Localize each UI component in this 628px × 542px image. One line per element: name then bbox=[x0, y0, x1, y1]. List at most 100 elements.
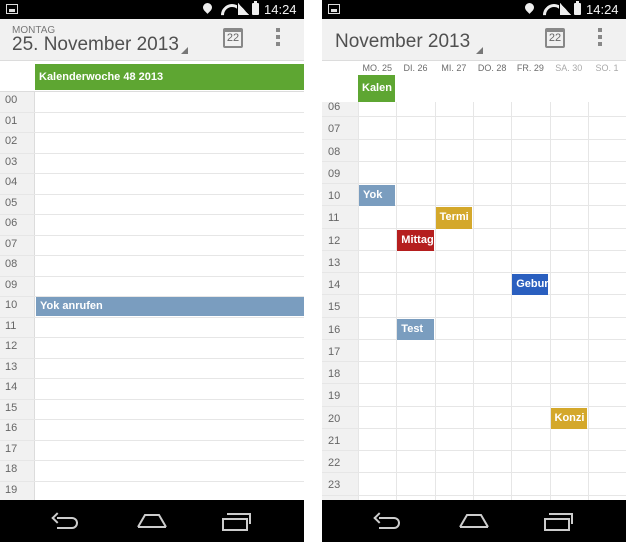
hour-row[interactable] bbox=[322, 318, 626, 340]
nav-bar bbox=[322, 500, 626, 542]
column-divider bbox=[358, 102, 359, 500]
hour-label: 17 bbox=[328, 345, 341, 358]
overflow-menu-icon[interactable] bbox=[273, 28, 283, 50]
back-icon[interactable] bbox=[51, 514, 81, 529]
allday-event[interactable]: Kalen bbox=[358, 75, 395, 102]
hour-row[interactable]: 15 bbox=[0, 400, 304, 420]
wifi-icon bbox=[543, 2, 559, 16]
hour-row[interactable] bbox=[322, 162, 626, 184]
day-header[interactable]: MI. 27 bbox=[435, 62, 474, 75]
hour-label: 09 bbox=[5, 278, 18, 291]
allday-event[interactable]: Kalenderwoche 48 2013 bbox=[35, 64, 304, 90]
column-divider bbox=[472, 102, 474, 500]
hour-row[interactable]: 06 bbox=[0, 215, 304, 236]
event-chip[interactable]: Gebur bbox=[512, 274, 549, 296]
hour-label: 22 bbox=[328, 457, 341, 469]
hour-label: 18 bbox=[328, 368, 341, 380]
location-icon bbox=[523, 1, 536, 14]
day-header[interactable]: SA. 30 bbox=[550, 62, 589, 75]
status-time: 14:24 bbox=[264, 2, 297, 17]
hour-row[interactable] bbox=[322, 473, 626, 496]
hour-row[interactable]: 04 bbox=[0, 174, 304, 195]
hour-row[interactable] bbox=[322, 451, 626, 474]
day-header[interactable]: DO. 28 bbox=[473, 62, 512, 75]
day-grid: 00 01 02 03 04 05 06 07 08 09 10 11 12 13 14 15 16 17 18 19… bbox=[0, 92, 304, 502]
event-chip[interactable]: Mittag bbox=[397, 229, 434, 251]
nav-bar bbox=[0, 500, 304, 542]
hour-row[interactable]: 07 bbox=[0, 236, 304, 256]
hour-row[interactable] bbox=[322, 340, 626, 362]
battery-icon bbox=[252, 1, 259, 15]
notification-icon bbox=[6, 4, 18, 14]
hour-label: 13 bbox=[328, 256, 341, 269]
hour-label: 19 bbox=[328, 390, 341, 403]
hour-label: 00 bbox=[5, 94, 18, 106]
hour-row[interactable]: 18 bbox=[0, 461, 304, 482]
week-grid: 06 07 08 09 10 11 12 13 14 15 16 17 18 19 20 21 22 23 Yok T… bbox=[322, 102, 626, 500]
hour-row[interactable] bbox=[322, 384, 626, 407]
hour-row[interactable]: 00 bbox=[0, 92, 304, 113]
hour-row[interactable]: 13 bbox=[0, 359, 304, 379]
action-bar: November 2013 22 bbox=[322, 19, 626, 61]
hour-row[interactable]: 03 bbox=[0, 154, 304, 174]
day-header[interactable]: FR. 29 bbox=[511, 62, 550, 75]
hour-label: 10 bbox=[328, 190, 341, 202]
hour-row[interactable] bbox=[322, 102, 626, 118]
hour-row[interactable] bbox=[322, 140, 626, 162]
hour-label: 21 bbox=[328, 434, 341, 447]
hour-label: 16 bbox=[328, 323, 341, 336]
hour-label: 12 bbox=[328, 234, 341, 247]
day-header[interactable]: SO. 1 bbox=[588, 62, 626, 75]
event-chip[interactable]: Termi bbox=[435, 207, 472, 229]
recent-apps-icon[interactable] bbox=[544, 513, 573, 531]
day-header[interactable]: MO. 25 bbox=[358, 62, 397, 75]
hour-row[interactable]: 05 bbox=[0, 195, 304, 215]
action-bar: MONTAG 25. November 2013 22 bbox=[0, 19, 304, 61]
hour-row[interactable]: 17 bbox=[0, 441, 304, 461]
event-yok-anrufen[interactable]: Yok anrufen bbox=[36, 297, 304, 316]
calendar-today-icon[interactable]: 22 bbox=[223, 28, 243, 48]
calendar-today-icon[interactable]: 22 bbox=[545, 28, 565, 48]
hour-row[interactable] bbox=[322, 362, 626, 385]
event-chip[interactable]: Test bbox=[397, 318, 434, 340]
hour-label: 07 bbox=[5, 237, 18, 250]
day-header[interactable]: DI. 26 bbox=[396, 62, 435, 75]
status-time: 14:24 bbox=[586, 2, 619, 17]
hour-row[interactable]: 09 bbox=[0, 277, 304, 297]
hour-row[interactable] bbox=[322, 206, 626, 229]
day-view-screen: 14:24 MONTAG 25. November 2013 22 Kalend… bbox=[0, 0, 304, 542]
hour-row[interactable]: 11 bbox=[0, 318, 304, 338]
day-header-row: MO. 25 DI. 26 MI. 27 DO. 28 FR. 29 SA. 30 SO. … bbox=[322, 62, 626, 75]
hour-label: 14 bbox=[5, 381, 18, 393]
hour-row[interactable] bbox=[322, 273, 626, 296]
hour-row[interactable]: 02 bbox=[0, 133, 304, 154]
hour-row[interactable]: 01 bbox=[0, 113, 304, 133]
hour-row[interactable] bbox=[322, 429, 626, 451]
event-chip[interactable]: Yok bbox=[359, 185, 396, 207]
home-icon[interactable] bbox=[136, 514, 168, 528]
back-icon[interactable] bbox=[373, 514, 403, 529]
week-view-screen: 14:24 November 2013 22 MO. 25 DI. 26 MI. 2… bbox=[322, 0, 626, 542]
hour-label: 14 bbox=[328, 279, 341, 291]
hour-row[interactable] bbox=[322, 251, 626, 273]
hour-row[interactable] bbox=[322, 117, 626, 140]
hour-row[interactable]: 12 bbox=[0, 338, 304, 359]
overflow-menu-icon[interactable] bbox=[595, 28, 605, 50]
event-chip[interactable]: Konzi bbox=[550, 407, 587, 429]
hour-label: 20 bbox=[328, 412, 341, 425]
hour-label: 15 bbox=[328, 301, 341, 314]
hour-row[interactable]: 16 bbox=[0, 420, 304, 441]
hour-label: 23 bbox=[328, 479, 341, 492]
dropdown-caret-icon bbox=[181, 47, 188, 54]
hour-row[interactable] bbox=[322, 295, 626, 318]
hour-row[interactable] bbox=[322, 229, 626, 251]
column-divider bbox=[396, 102, 398, 500]
hour-label: 19 bbox=[5, 483, 18, 496]
hour-label: 08 bbox=[328, 145, 341, 158]
recent-apps-icon[interactable] bbox=[222, 513, 251, 531]
hour-row[interactable]: 19 bbox=[0, 482, 304, 502]
home-icon[interactable] bbox=[458, 514, 490, 528]
hour-row[interactable]: 14 bbox=[0, 379, 304, 400]
hour-label: 12 bbox=[5, 340, 18, 352]
hour-row[interactable]: 08 bbox=[0, 256, 304, 277]
